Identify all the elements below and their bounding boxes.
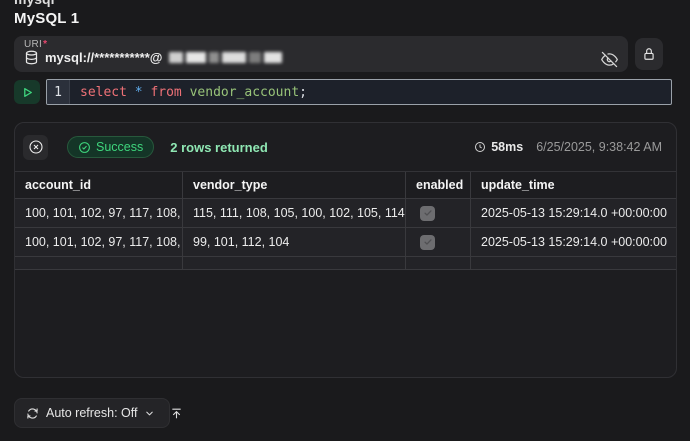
lock-icon: [642, 47, 656, 61]
auto-refresh-control[interactable]: Auto refresh: Off: [14, 398, 170, 428]
cell-vendor-type: 115, 111, 108, 105, 100, 102, 105, 114, …: [183, 199, 406, 228]
status-badge: Success: [67, 136, 154, 158]
column-header: enabled: [406, 172, 471, 199]
refresh-icon: [26, 407, 39, 420]
uri-input[interactable]: URI* mysql://***********@: [14, 36, 628, 72]
column-header: account_id: [15, 172, 183, 199]
cell-account-id: 100, 101, 102, 97, 117, 108, 116: [15, 228, 183, 257]
database-icon: [24, 50, 39, 65]
run-query-button[interactable]: [14, 80, 40, 104]
auto-refresh-label: Auto refresh: Off: [46, 406, 137, 420]
close-results-button[interactable]: [23, 135, 48, 160]
query-duration: 58ms: [474, 140, 523, 154]
sql-keyword: select: [80, 85, 135, 100]
close-circle-icon: [28, 139, 44, 155]
line-number-gutter: 1: [47, 80, 70, 104]
uri-label: URI*: [24, 39, 618, 50]
cell-account-id: 100, 101, 102, 97, 117, 108, 116: [15, 199, 183, 228]
sql-code-line[interactable]: select * from vendor_account;: [70, 80, 307, 104]
cell-enabled: [406, 199, 471, 228]
cell-vendor-type: 99, 101, 112, 104: [183, 228, 406, 257]
sql-punctuation: ;: [299, 85, 307, 100]
cell-update-time: 2025-05-13 15:29:14.0 +00:00:00: [471, 199, 676, 228]
column-header: update_time: [471, 172, 676, 199]
cell-update-time: 2025-05-13 15:29:14.0 +00:00:00: [471, 228, 676, 257]
checkbox-checked: [420, 206, 435, 221]
cell-enabled: [406, 228, 471, 257]
clock-icon: [474, 141, 486, 153]
results-table: account_id vendor_type enabled update_ti…: [15, 171, 676, 270]
sql-operator: *: [135, 85, 151, 100]
table-row: 100, 101, 102, 97, 117, 108, 116 99, 101…: [15, 228, 676, 257]
clipped-heading: mysql: [14, 0, 54, 7]
chevron-down-icon[interactable]: [144, 408, 155, 419]
uri-value: mysql://***********@: [45, 50, 162, 65]
sql-keyword: from: [150, 85, 189, 100]
eye-off-icon[interactable]: [601, 51, 618, 68]
play-icon: [21, 86, 34, 99]
sql-editor[interactable]: 1 select * from vendor_account;: [46, 79, 672, 105]
check-circle-icon: [78, 141, 91, 154]
lock-button[interactable]: [635, 38, 663, 70]
scroll-to-top-icon[interactable]: [170, 407, 183, 420]
sql-identifier: vendor_account: [190, 85, 300, 100]
page-title: MySQL 1: [14, 10, 79, 27]
table-header-row: account_id vendor_type enabled update_ti…: [15, 172, 676, 199]
table-row: 100, 101, 102, 97, 117, 108, 116 115, 11…: [15, 199, 676, 228]
results-header: Success 2 rows returned 58ms 6/25/2025, …: [15, 123, 676, 171]
checkbox-checked: [420, 235, 435, 250]
redacted-uri-blur: [169, 52, 282, 63]
status-label: Success: [96, 140, 143, 154]
rows-returned-text: 2 rows returned: [170, 140, 268, 155]
column-header: vendor_type: [183, 172, 406, 199]
run-timestamp: 6/25/2025, 9:38:42 AM: [536, 140, 662, 154]
results-panel: Success 2 rows returned 58ms 6/25/2025, …: [14, 122, 677, 378]
required-marker: *: [43, 39, 47, 50]
table-filler-row: [15, 257, 676, 270]
